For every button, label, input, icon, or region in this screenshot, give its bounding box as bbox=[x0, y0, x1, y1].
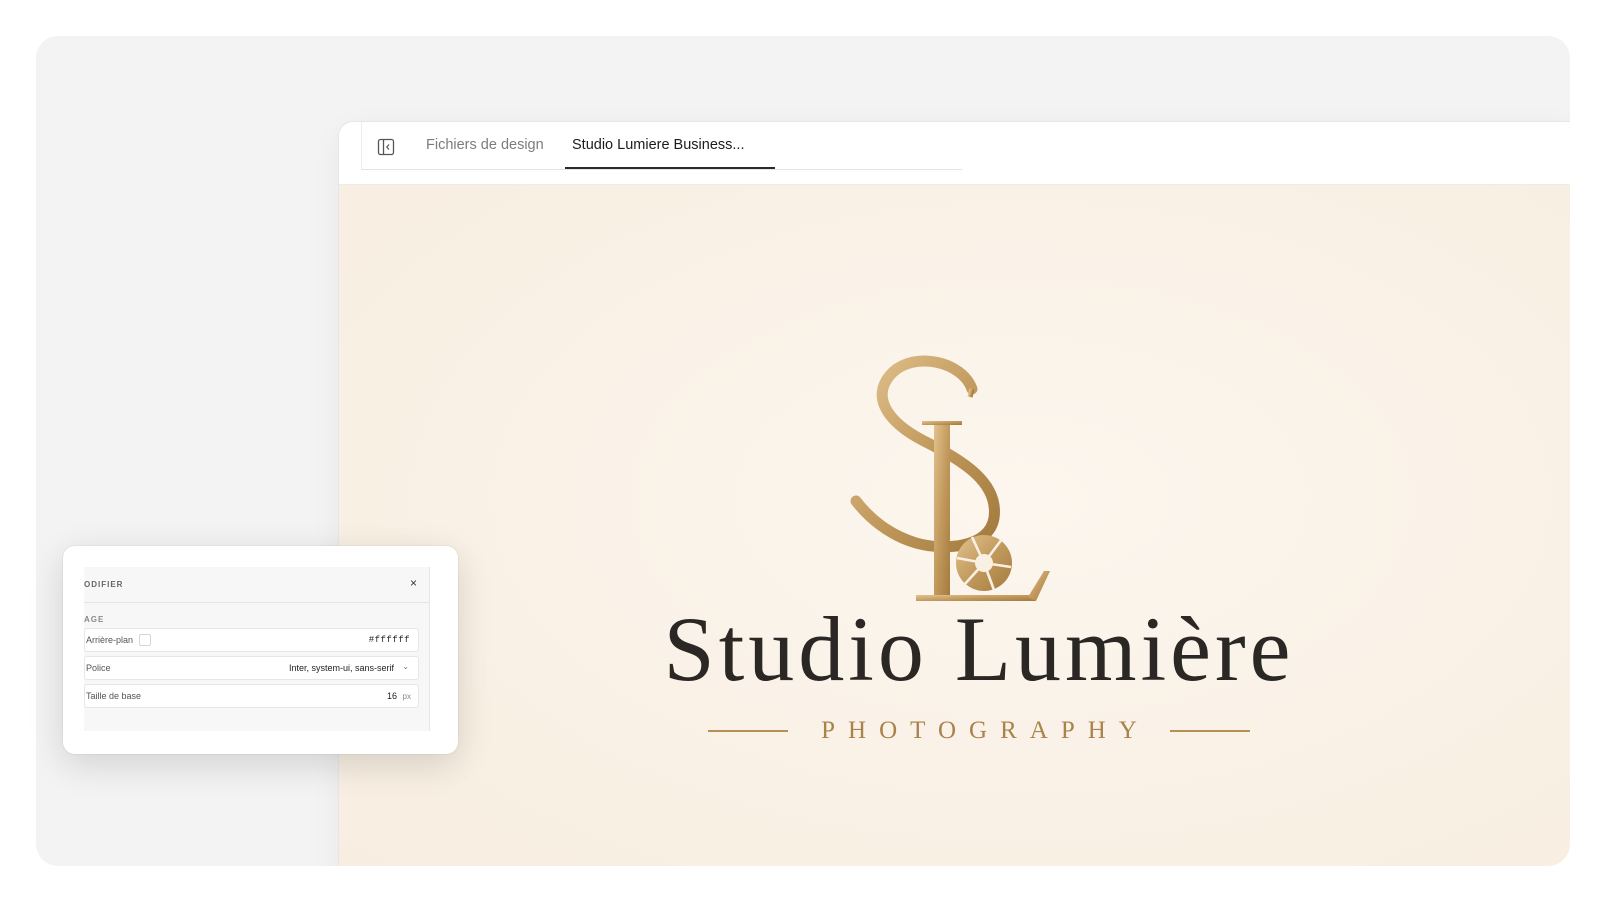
font-select-value[interactable]: Inter, system-ui, sans-serif bbox=[289, 663, 394, 673]
section-label: AGE bbox=[84, 615, 105, 624]
base-size-label: Taille de base bbox=[86, 691, 142, 701]
background-field[interactable]: Arrière-plan #ffffff bbox=[84, 628, 419, 652]
chevron-down-icon[interactable]: ⌄ bbox=[402, 662, 409, 671]
font-field[interactable]: Police Inter, system-ui, sans-serif ⌄ bbox=[84, 656, 419, 680]
design-canvas[interactable]: Studio Lumière PHOTOGRAPHY bbox=[339, 185, 1570, 866]
tab-studio-lumiere-business[interactable]: Studio Lumiere Business... bbox=[572, 137, 744, 153]
app-window: Fichiers de design Studio Lumiere Busine… bbox=[339, 122, 1570, 866]
tagline-rule-right bbox=[1169, 730, 1250, 732]
sidebar-toggle-icon[interactable] bbox=[377, 138, 395, 156]
background-color-swatch[interactable] bbox=[139, 634, 151, 646]
background-label: Arrière-plan bbox=[86, 635, 134, 645]
tab-bar: Fichiers de design Studio Lumiere Busine… bbox=[339, 122, 1570, 185]
brand-name: Studio Lumière bbox=[663, 598, 1295, 700]
base-size-field[interactable]: Taille de base 16 px bbox=[84, 684, 419, 708]
tab-design-files[interactable]: Fichiers de design bbox=[426, 137, 544, 153]
base-size-unit: px bbox=[402, 692, 411, 701]
camera-aperture-icon bbox=[956, 535, 1012, 591]
properties-panel: ODIFIER × AGE Arrière-plan #ffffff Polic… bbox=[84, 567, 430, 731]
panel-title: ODIFIER bbox=[84, 580, 124, 589]
tagline-rule-left bbox=[708, 730, 789, 732]
background-color-value[interactable]: #ffffff bbox=[369, 635, 410, 645]
active-tab-indicator bbox=[565, 167, 775, 169]
properties-panel-card: ODIFIER × AGE Arrière-plan #ffffff Polic… bbox=[63, 546, 458, 754]
panel-header: ODIFIER × bbox=[84, 567, 429, 603]
tagline-row: PHOTOGRAPHY bbox=[339, 717, 1570, 744]
sl-monogram-logo bbox=[850, 355, 1050, 601]
close-icon[interactable]: × bbox=[410, 576, 417, 590]
tagline: PHOTOGRAPHY bbox=[821, 717, 1150, 744]
font-label: Police bbox=[86, 663, 111, 673]
base-size-input[interactable]: 16 bbox=[387, 691, 397, 701]
